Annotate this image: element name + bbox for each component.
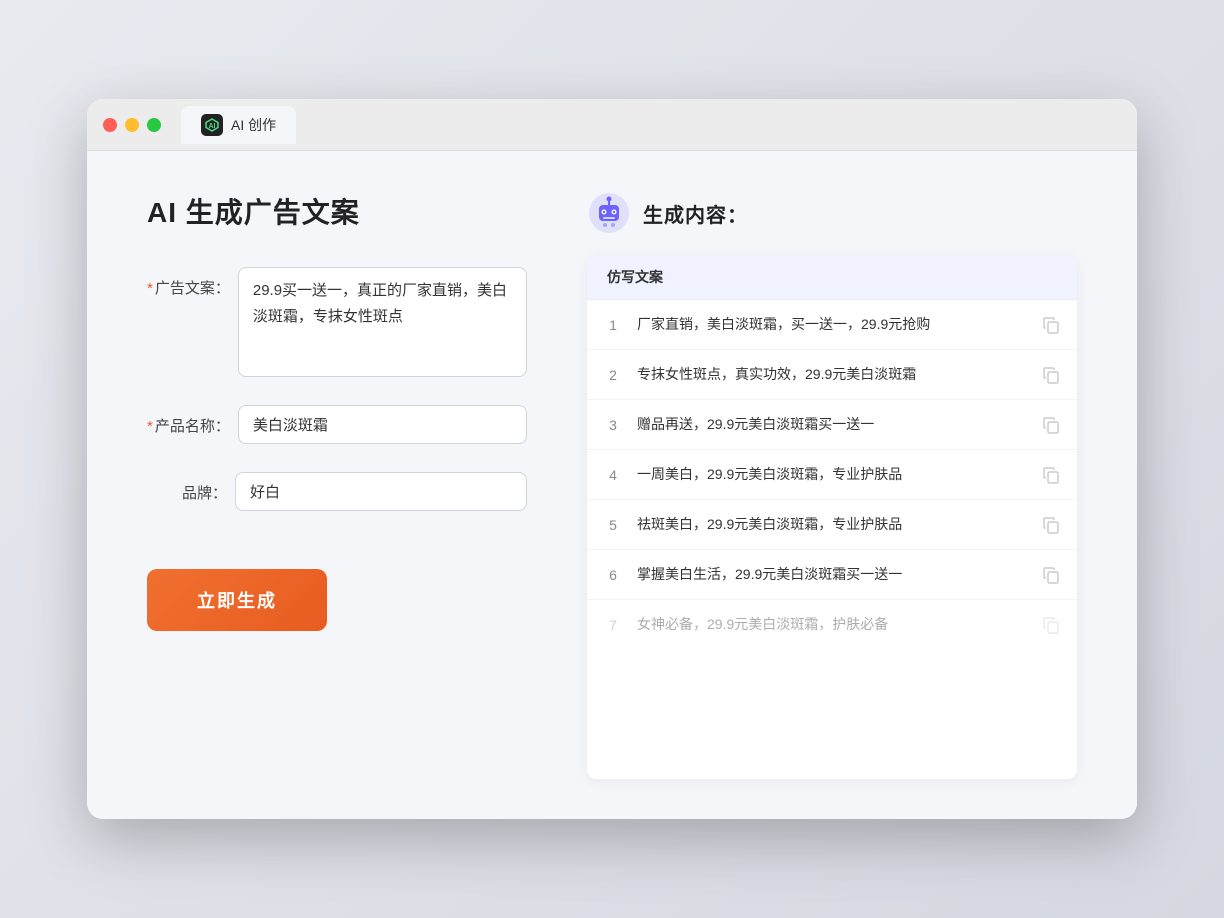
row-text-4: 一周美白，29.9元美白淡斑霜，专业护肤品 bbox=[637, 464, 1027, 485]
browser-content: AI 生成广告文案 *广告文案： 29.9买一送一，真正的厂家直销，美白淡斑霜，… bbox=[87, 151, 1137, 819]
row-text-1: 厂家直销，美白淡斑霜，买一送一，29.9元抢购 bbox=[637, 314, 1027, 335]
row-text-7: 女神必备，29.9元美白淡斑霜，护肤必备 bbox=[637, 614, 1027, 635]
product-name-input[interactable] bbox=[238, 405, 527, 444]
svg-text:AI: AI bbox=[209, 123, 216, 130]
required-star-1: * bbox=[147, 280, 153, 297]
product-name-label: *产品名称： bbox=[147, 405, 230, 436]
result-row: 4 一周美白，29.9元美白淡斑霜，专业护肤品 bbox=[587, 450, 1077, 500]
traffic-lights bbox=[103, 118, 161, 132]
row-text-5: 祛斑美白，29.9元美白淡斑霜，专业护肤品 bbox=[637, 514, 1027, 535]
required-star-2: * bbox=[147, 418, 153, 435]
result-row: 5 祛斑美白，29.9元美白淡斑霜，专业护肤品 bbox=[587, 500, 1077, 550]
row-num-4: 4 bbox=[603, 467, 623, 483]
result-row: 2 专抹女性斑点，真实功效，29.9元美白淡斑霜 bbox=[587, 350, 1077, 400]
row-text-6: 掌握美白生活，29.9元美白淡斑霜买一送一 bbox=[637, 564, 1027, 585]
copy-icon-6[interactable] bbox=[1041, 565, 1061, 585]
result-header: 生成内容： bbox=[587, 191, 1077, 235]
copy-icon-7[interactable] bbox=[1041, 615, 1061, 635]
close-button[interactable] bbox=[103, 118, 117, 132]
result-row: 7 女神必备，29.9元美白淡斑霜，护肤必备 bbox=[587, 600, 1077, 649]
ad-copy-input[interactable]: 29.9买一送一，真正的厂家直销，美白淡斑霜，专抹女性斑点 bbox=[238, 267, 527, 377]
brand-input[interactable] bbox=[235, 472, 527, 511]
minimize-button[interactable] bbox=[125, 118, 139, 132]
product-name-group: *产品名称： bbox=[147, 405, 527, 444]
row-num-7: 7 bbox=[603, 617, 623, 633]
ad-copy-label: *广告文案： bbox=[147, 267, 230, 298]
tab-label: AI 创作 bbox=[231, 115, 276, 135]
copy-icon-3[interactable] bbox=[1041, 415, 1061, 435]
row-num-3: 3 bbox=[603, 417, 623, 433]
result-row: 6 掌握美白生活，29.9元美白淡斑霜买一送一 bbox=[587, 550, 1077, 600]
row-num-2: 2 bbox=[603, 367, 623, 383]
copy-icon-5[interactable] bbox=[1041, 515, 1061, 535]
page-title: AI 生成广告文案 bbox=[147, 191, 527, 231]
row-text-2: 专抹女性斑点，真实功效，29.9元美白淡斑霜 bbox=[637, 364, 1027, 385]
copy-icon-1[interactable] bbox=[1041, 315, 1061, 335]
maximize-button[interactable] bbox=[147, 118, 161, 132]
row-text-3: 赠品再送，29.9元美白淡斑霜买一送一 bbox=[637, 414, 1027, 435]
robot-icon bbox=[587, 191, 631, 235]
copy-icon-2[interactable] bbox=[1041, 365, 1061, 385]
ad-copy-group: *广告文案： 29.9买一送一，真正的厂家直销，美白淡斑霜，专抹女性斑点 bbox=[147, 267, 527, 377]
row-num-1: 1 bbox=[603, 317, 623, 333]
result-table: 仿写文案 1 厂家直销，美白淡斑霜，买一送一，29.9元抢购 2 专抹女性斑点，… bbox=[587, 255, 1077, 779]
result-row: 3 赠品再送，29.9元美白淡斑霜买一送一 bbox=[587, 400, 1077, 450]
brand-label: 品牌： bbox=[147, 472, 227, 503]
ai-tab[interactable]: AI AI 创作 bbox=[181, 106, 296, 144]
ai-tab-icon: AI bbox=[201, 114, 223, 136]
generate-button[interactable]: 立即生成 bbox=[147, 569, 327, 631]
brand-group: 品牌： bbox=[147, 472, 527, 511]
result-title: 生成内容： bbox=[643, 199, 748, 228]
right-panel: 生成内容： 仿写文案 1 厂家直销，美白淡斑霜，买一送一，29.9元抢购 bbox=[587, 191, 1077, 779]
main-layout: AI 生成广告文案 *广告文案： 29.9买一送一，真正的厂家直销，美白淡斑霜，… bbox=[147, 191, 1077, 779]
row-num-5: 5 bbox=[603, 517, 623, 533]
left-panel: AI 生成广告文案 *广告文案： 29.9买一送一，真正的厂家直销，美白淡斑霜，… bbox=[147, 191, 527, 779]
result-table-header: 仿写文案 bbox=[587, 255, 1077, 300]
row-num-6: 6 bbox=[603, 567, 623, 583]
result-row: 1 厂家直销，美白淡斑霜，买一送一，29.9元抢购 bbox=[587, 300, 1077, 350]
browser-window: AI AI 创作 AI 生成广告文案 *广告文案： 29.9买一送一，真正的厂家… bbox=[87, 99, 1137, 819]
browser-titlebar: AI AI 创作 bbox=[87, 99, 1137, 151]
copy-icon-4[interactable] bbox=[1041, 465, 1061, 485]
